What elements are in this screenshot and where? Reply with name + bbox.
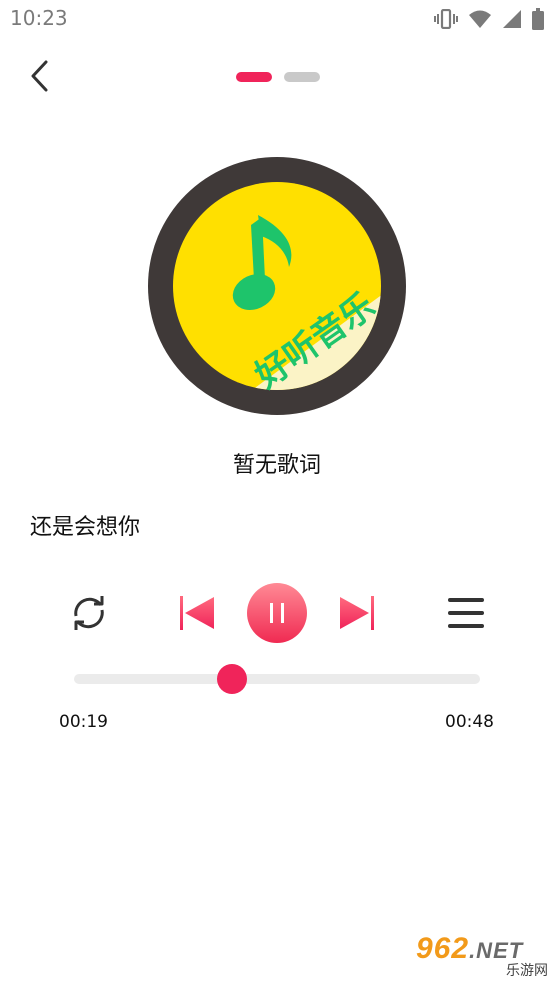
current-time: 00:19	[59, 712, 108, 732]
repeat-button[interactable]	[68, 592, 110, 634]
play-pause-button[interactable]	[247, 583, 307, 643]
playlist-button[interactable]	[446, 594, 486, 632]
album-art-disc: 好听音乐	[148, 157, 406, 415]
playback-controls	[0, 580, 554, 646]
page-indicator	[236, 72, 320, 82]
progress-track	[74, 674, 480, 684]
lyrics-text: 暂无歌词	[232, 453, 321, 478]
battery-icon	[532, 8, 544, 34]
watermark-logo: 962.NET 乐游网	[416, 934, 548, 979]
watermark-top: 962.NET	[416, 934, 523, 966]
chevron-left-icon	[24, 60, 60, 100]
page-indicator-dot-active[interactable]	[236, 72, 272, 82]
total-time: 00:48	[445, 712, 494, 732]
repeat-icon	[68, 596, 110, 638]
skip-next-icon	[338, 596, 376, 636]
vibrate-icon	[434, 8, 458, 33]
pause-icon	[247, 583, 307, 647]
signal-icon	[502, 9, 522, 33]
back-button[interactable]	[24, 56, 60, 96]
page-indicator-dot[interactable]	[284, 72, 320, 82]
watermark-suffix: .NET	[469, 938, 524, 963]
skip-previous-icon	[178, 596, 216, 636]
status-bar: 10:23	[0, 0, 554, 38]
watermark-digits: 962	[416, 932, 470, 965]
next-track-button[interactable]	[338, 594, 376, 632]
progress-slider[interactable]	[74, 664, 480, 694]
wifi-icon	[468, 9, 492, 33]
previous-track-button[interactable]	[178, 594, 216, 632]
watermark-bottom-text: 乐游网	[506, 963, 548, 979]
song-title: 还是会想你	[30, 515, 141, 540]
status-icons	[434, 8, 544, 34]
progress-thumb[interactable]	[217, 664, 248, 694]
playlist-icon	[446, 598, 486, 636]
status-time: 10:23	[10, 6, 68, 30]
